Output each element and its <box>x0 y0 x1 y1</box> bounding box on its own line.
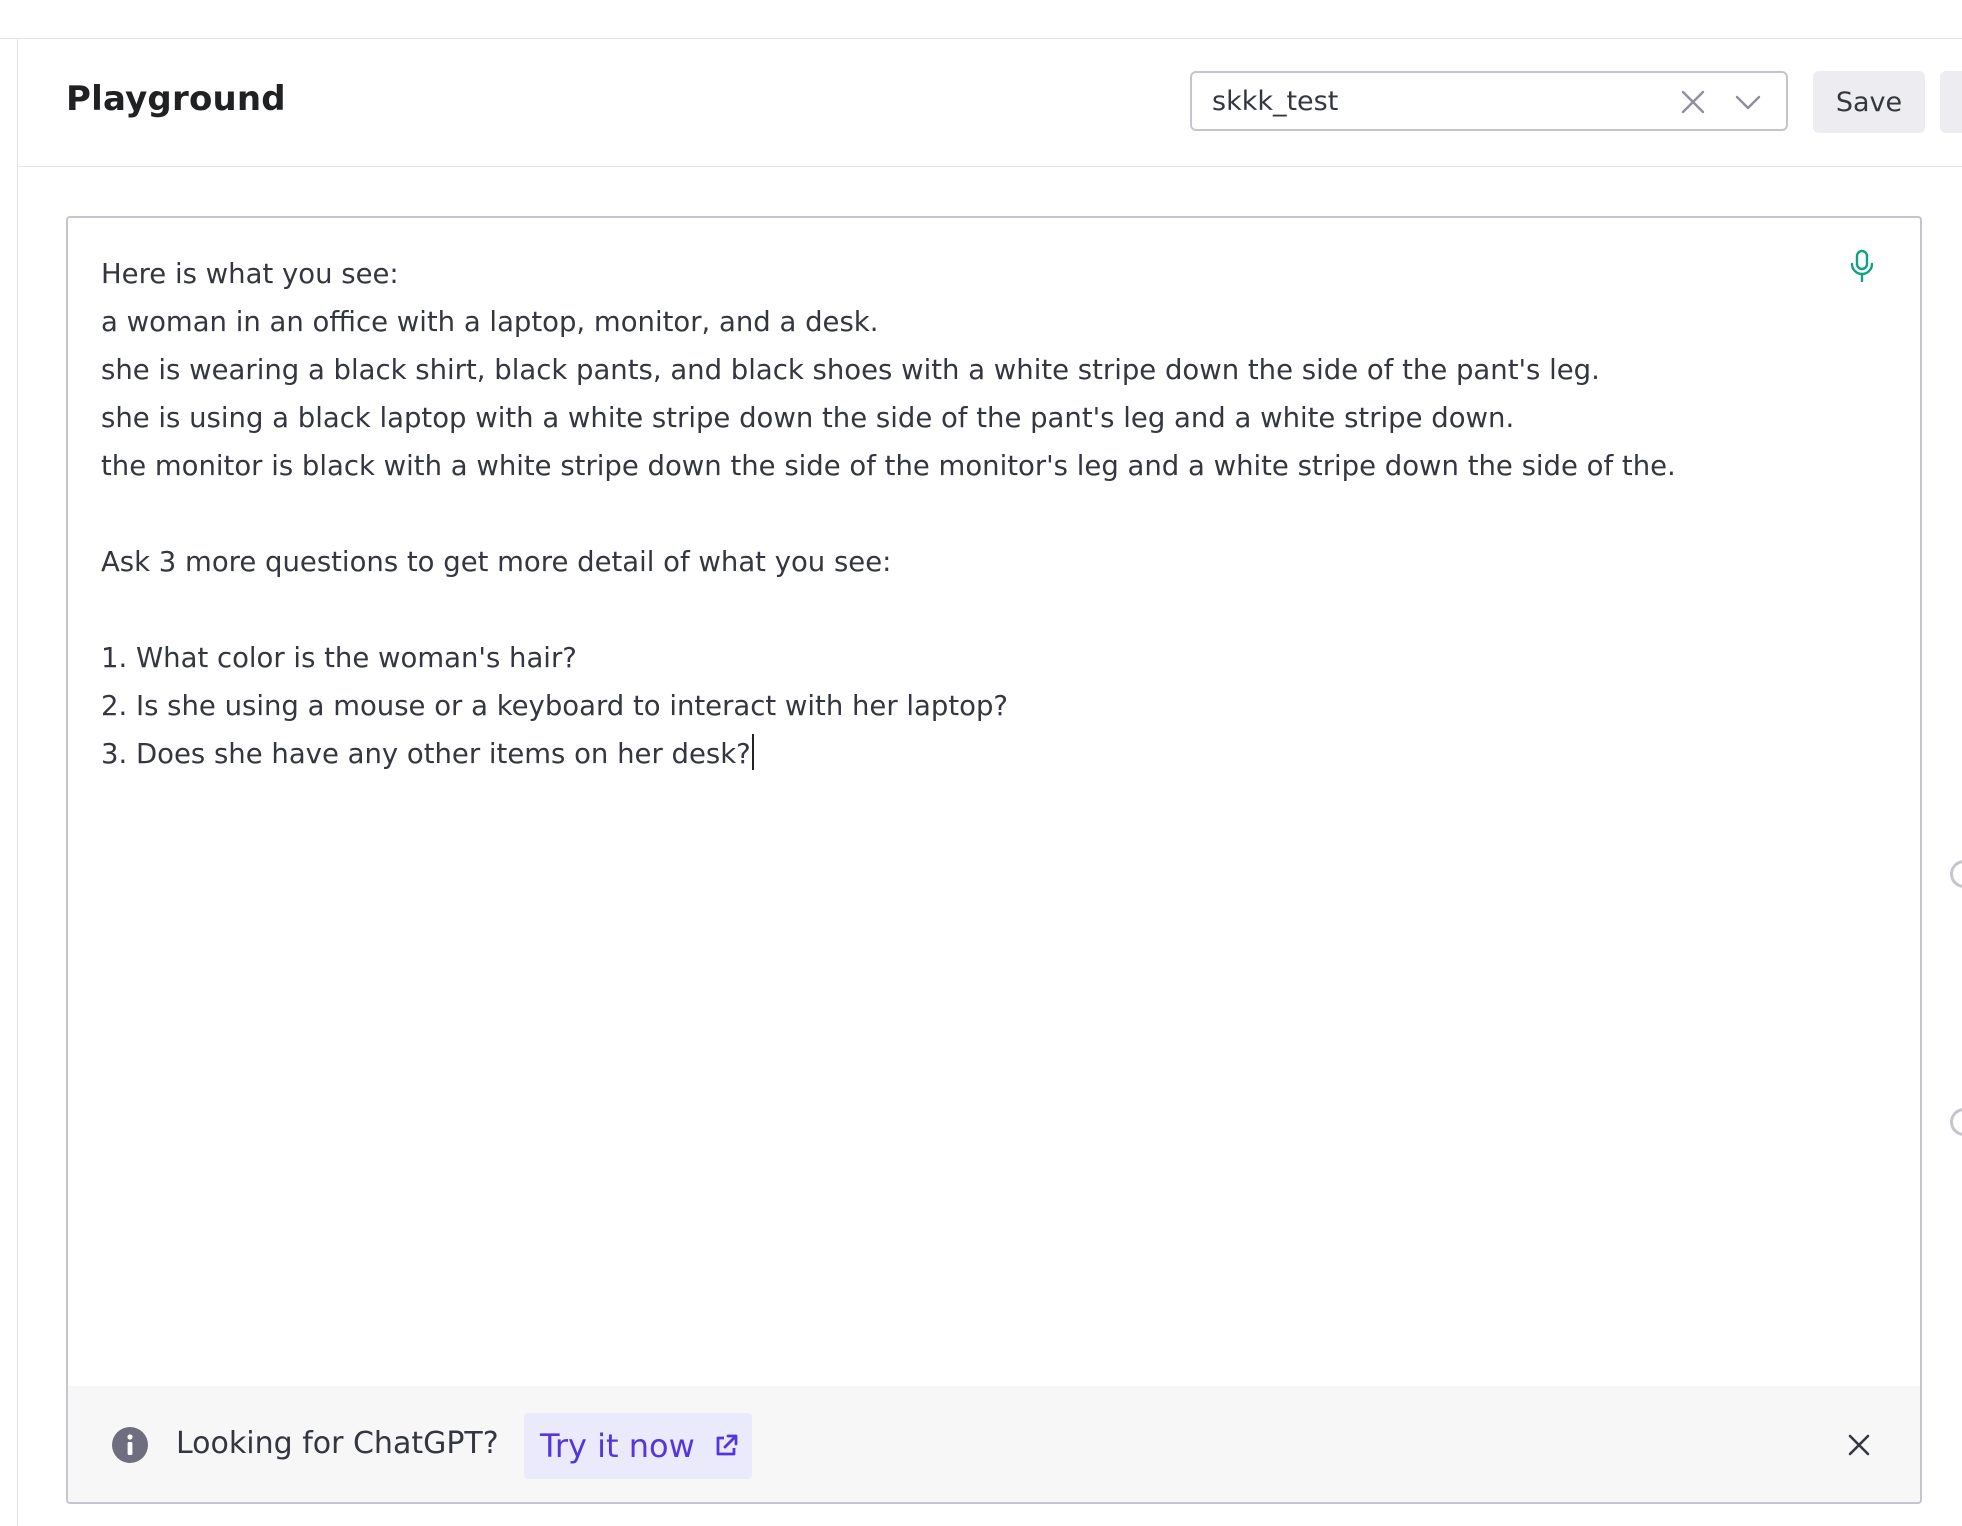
save-button[interactable]: Save <box>1813 71 1925 133</box>
more-options-button[interactable] <box>1940 71 1962 133</box>
info-icon <box>112 1427 148 1463</box>
chevron-down-icon[interactable] <box>1734 91 1762 113</box>
chatgpt-banner: Looking for ChatGPT? Try it now <box>68 1386 1920 1502</box>
panel-resize-handle[interactable] <box>1950 860 1962 888</box>
page-title: Playground <box>66 79 286 119</box>
playground-header: Playground skkk_test Save <box>18 39 1962 167</box>
prompt-editor[interactable]: Here is what you see: a woman in an offi… <box>66 216 1922 1504</box>
microphone-icon[interactable] <box>1847 248 1877 284</box>
preset-select[interactable]: skkk_test <box>1190 71 1788 131</box>
prompt-text: Here is what you see: a woman in an offi… <box>101 258 1676 770</box>
preset-value: skkk_test <box>1212 86 1339 117</box>
try-it-now-link[interactable]: Try it now <box>524 1413 752 1479</box>
sidebar-divider <box>17 38 18 1526</box>
banner-text: Looking for ChatGPT? <box>176 1426 499 1461</box>
external-link-icon <box>716 1434 738 1456</box>
try-it-now-label: Try it now <box>540 1427 695 1465</box>
banner-close-icon[interactable] <box>1846 1432 1872 1458</box>
panel-resize-handle[interactable] <box>1950 1108 1962 1136</box>
text-caret <box>751 734 754 770</box>
prompt-textarea[interactable]: Here is what you see: a woman in an offi… <box>101 250 1821 778</box>
close-icon[interactable] <box>1680 89 1706 115</box>
top-strip <box>0 0 1962 39</box>
